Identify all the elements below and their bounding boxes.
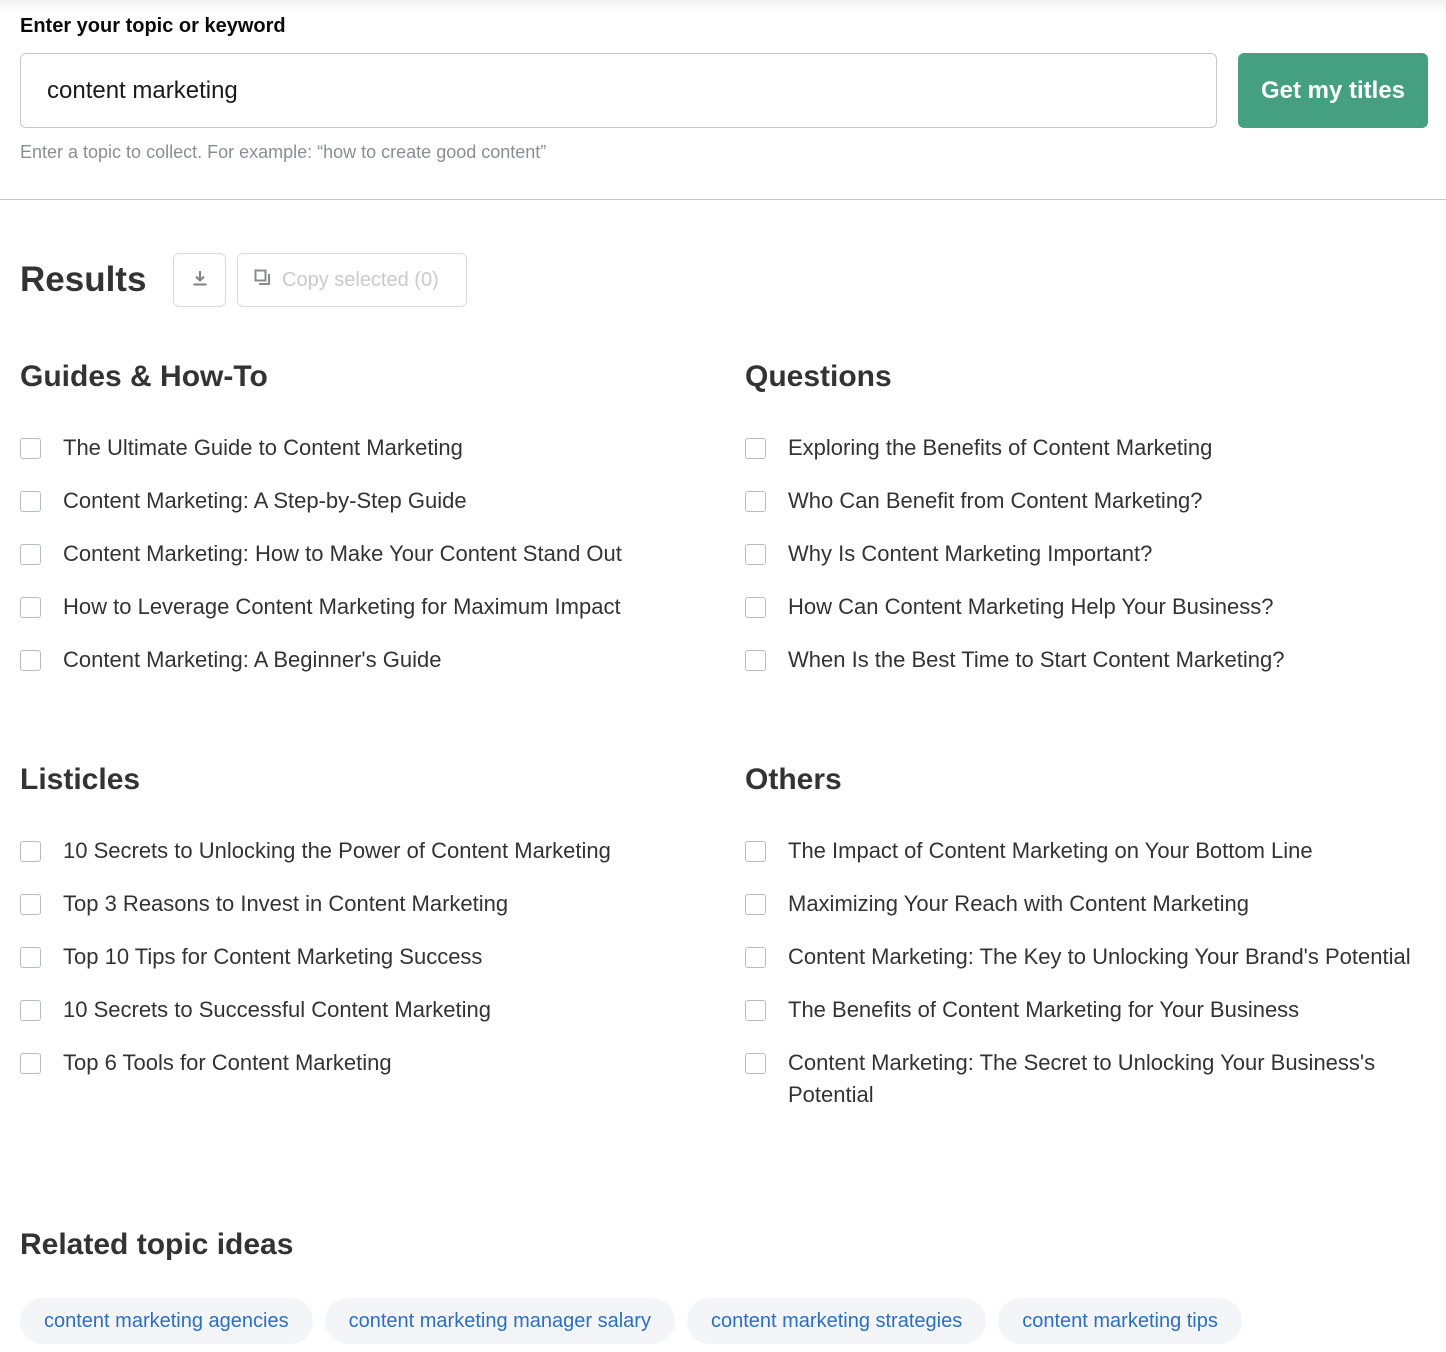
title-item[interactable]: Content Marketing: A Beginner's Guide [20,644,710,676]
checkbox[interactable] [745,544,766,565]
results-title: Results [20,260,147,299]
title-text: Content Marketing: A Beginner's Guide [63,647,442,672]
group-title: Others [745,763,842,796]
results-group-listicles: Listicles 10 Secrets to Unlocking the Po… [20,763,710,1100]
title-text: Content Marketing: A Step-by-Step Guide [63,488,467,513]
related-topics-title: Related topic ideas [20,1228,294,1261]
related-topic-chips: content marketing agencies content marke… [20,1298,1242,1344]
title-item[interactable]: Top 6 Tools for Content Marketing [20,1047,710,1079]
group-title: Guides & How-To [20,360,268,393]
title-item[interactable]: The Benefits of Content Marketing for Yo… [745,994,1435,1026]
checkbox[interactable] [745,894,766,915]
title-item[interactable]: 10 Secrets to Unlocking the Power of Con… [20,835,710,867]
title-item[interactable]: Why Is Content Marketing Important? [745,538,1435,570]
copy-selected-button[interactable]: Copy selected (0) [237,253,467,307]
title-text: Content Marketing: The Secret to Unlocki… [788,1050,1376,1107]
title-text: 10 Secrets to Successful Content Marketi… [63,997,491,1022]
checkbox[interactable] [20,894,41,915]
title-item[interactable]: Exploring the Benefits of Content Market… [745,432,1435,464]
title-text: Top 6 Tools for Content Marketing [63,1050,392,1075]
title-item[interactable]: Content Marketing: A Step-by-Step Guide [20,485,710,517]
title-item[interactable]: How Can Content Marketing Help Your Busi… [745,591,1435,623]
copy-icon [254,269,272,292]
title-text: How to Leverage Content Marketing for Ma… [63,594,621,619]
title-text: When Is the Best Time to Start Content M… [788,647,1285,672]
results-group-guides: Guides & How-To The Ultimate Guide to Co… [20,360,710,697]
title-text: 10 Secrets to Unlocking the Power of Con… [63,838,611,863]
results-group-questions: Questions Exploring the Benefits of Cont… [745,360,1435,697]
checkbox[interactable] [20,491,41,512]
title-item[interactable]: The Ultimate Guide to Content Marketing [20,432,710,464]
title-text: Who Can Benefit from Content Marketing? [788,488,1203,513]
title-text: The Ultimate Guide to Content Marketing [63,435,463,460]
related-topic-chip[interactable]: content marketing tips [998,1298,1242,1344]
title-text: The Benefits of Content Marketing for Yo… [788,997,1300,1022]
group-title: Questions [745,360,892,393]
title-text: Maximizing Your Reach with Content Marke… [788,891,1250,916]
checkbox[interactable] [20,1000,41,1021]
checkbox[interactable] [745,438,766,459]
title-item[interactable]: 10 Secrets to Successful Content Marketi… [20,994,710,1026]
title-item[interactable]: Top 10 Tips for Content Marketing Succes… [20,941,710,973]
results-group-others: Others The Impact of Content Marketing o… [745,763,1435,1132]
checkbox[interactable] [20,1053,41,1074]
top-shadow [0,0,1446,14]
title-item[interactable]: Content Marketing: How to Make Your Cont… [20,538,710,570]
title-item[interactable]: Maximizing Your Reach with Content Marke… [745,888,1435,920]
checkbox[interactable] [745,1000,766,1021]
title-text: Content Marketing: The Key to Unlocking … [788,944,1411,969]
related-topic-chip[interactable]: content marketing manager salary [324,1298,675,1344]
title-text: Why Is Content Marketing Important? [788,541,1153,566]
title-text: The Impact of Content Marketing on Your … [788,838,1313,863]
checkbox[interactable] [20,438,41,459]
checkbox[interactable] [20,650,41,671]
checkbox[interactable] [20,597,41,618]
checkbox[interactable] [745,947,766,968]
group-title: Listicles [20,763,141,796]
title-item[interactable]: How to Leverage Content Marketing for Ma… [20,591,710,623]
title-item[interactable]: When Is the Best Time to Start Content M… [745,644,1435,676]
topic-input[interactable] [20,53,1217,128]
checkbox[interactable] [20,947,41,968]
checkbox[interactable] [745,841,766,862]
topic-hint: Enter a topic to collect. For example: “… [20,142,547,162]
title-item[interactable]: Top 3 Reasons to Invest in Content Marke… [20,888,710,920]
title-text: Top 10 Tips for Content Marketing Succes… [63,944,483,969]
checkbox[interactable] [745,650,766,671]
title-text: How Can Content Marketing Help Your Busi… [788,594,1274,619]
related-topic-chip[interactable]: content marketing strategies [686,1298,987,1344]
checkbox[interactable] [745,1053,766,1074]
title-text: Content Marketing: How to Make Your Cont… [63,541,622,566]
title-text: Top 3 Reasons to Invest in Content Marke… [63,891,509,916]
title-text: Exploring the Benefits of Content Market… [788,435,1213,460]
title-item[interactable]: The Impact of Content Marketing on Your … [745,835,1435,867]
checkbox[interactable] [745,491,766,512]
title-item[interactable]: Who Can Benefit from Content Marketing? [745,485,1435,517]
section-divider [0,199,1446,200]
checkbox[interactable] [20,841,41,862]
get-my-titles-button[interactable]: Get my titles [1238,53,1428,128]
checkbox[interactable] [20,544,41,565]
copy-selected-label: Copy selected (0) [282,268,439,291]
download-button[interactable] [173,253,226,307]
related-topic-chip[interactable]: content marketing agencies [20,1298,313,1344]
title-item[interactable]: Content Marketing: The Secret to Unlocki… [745,1047,1435,1111]
topic-input-label: Enter your topic or keyword [20,15,286,37]
download-icon [191,269,209,292]
checkbox[interactable] [745,597,766,618]
title-item[interactable]: Content Marketing: The Key to Unlocking … [745,941,1435,973]
